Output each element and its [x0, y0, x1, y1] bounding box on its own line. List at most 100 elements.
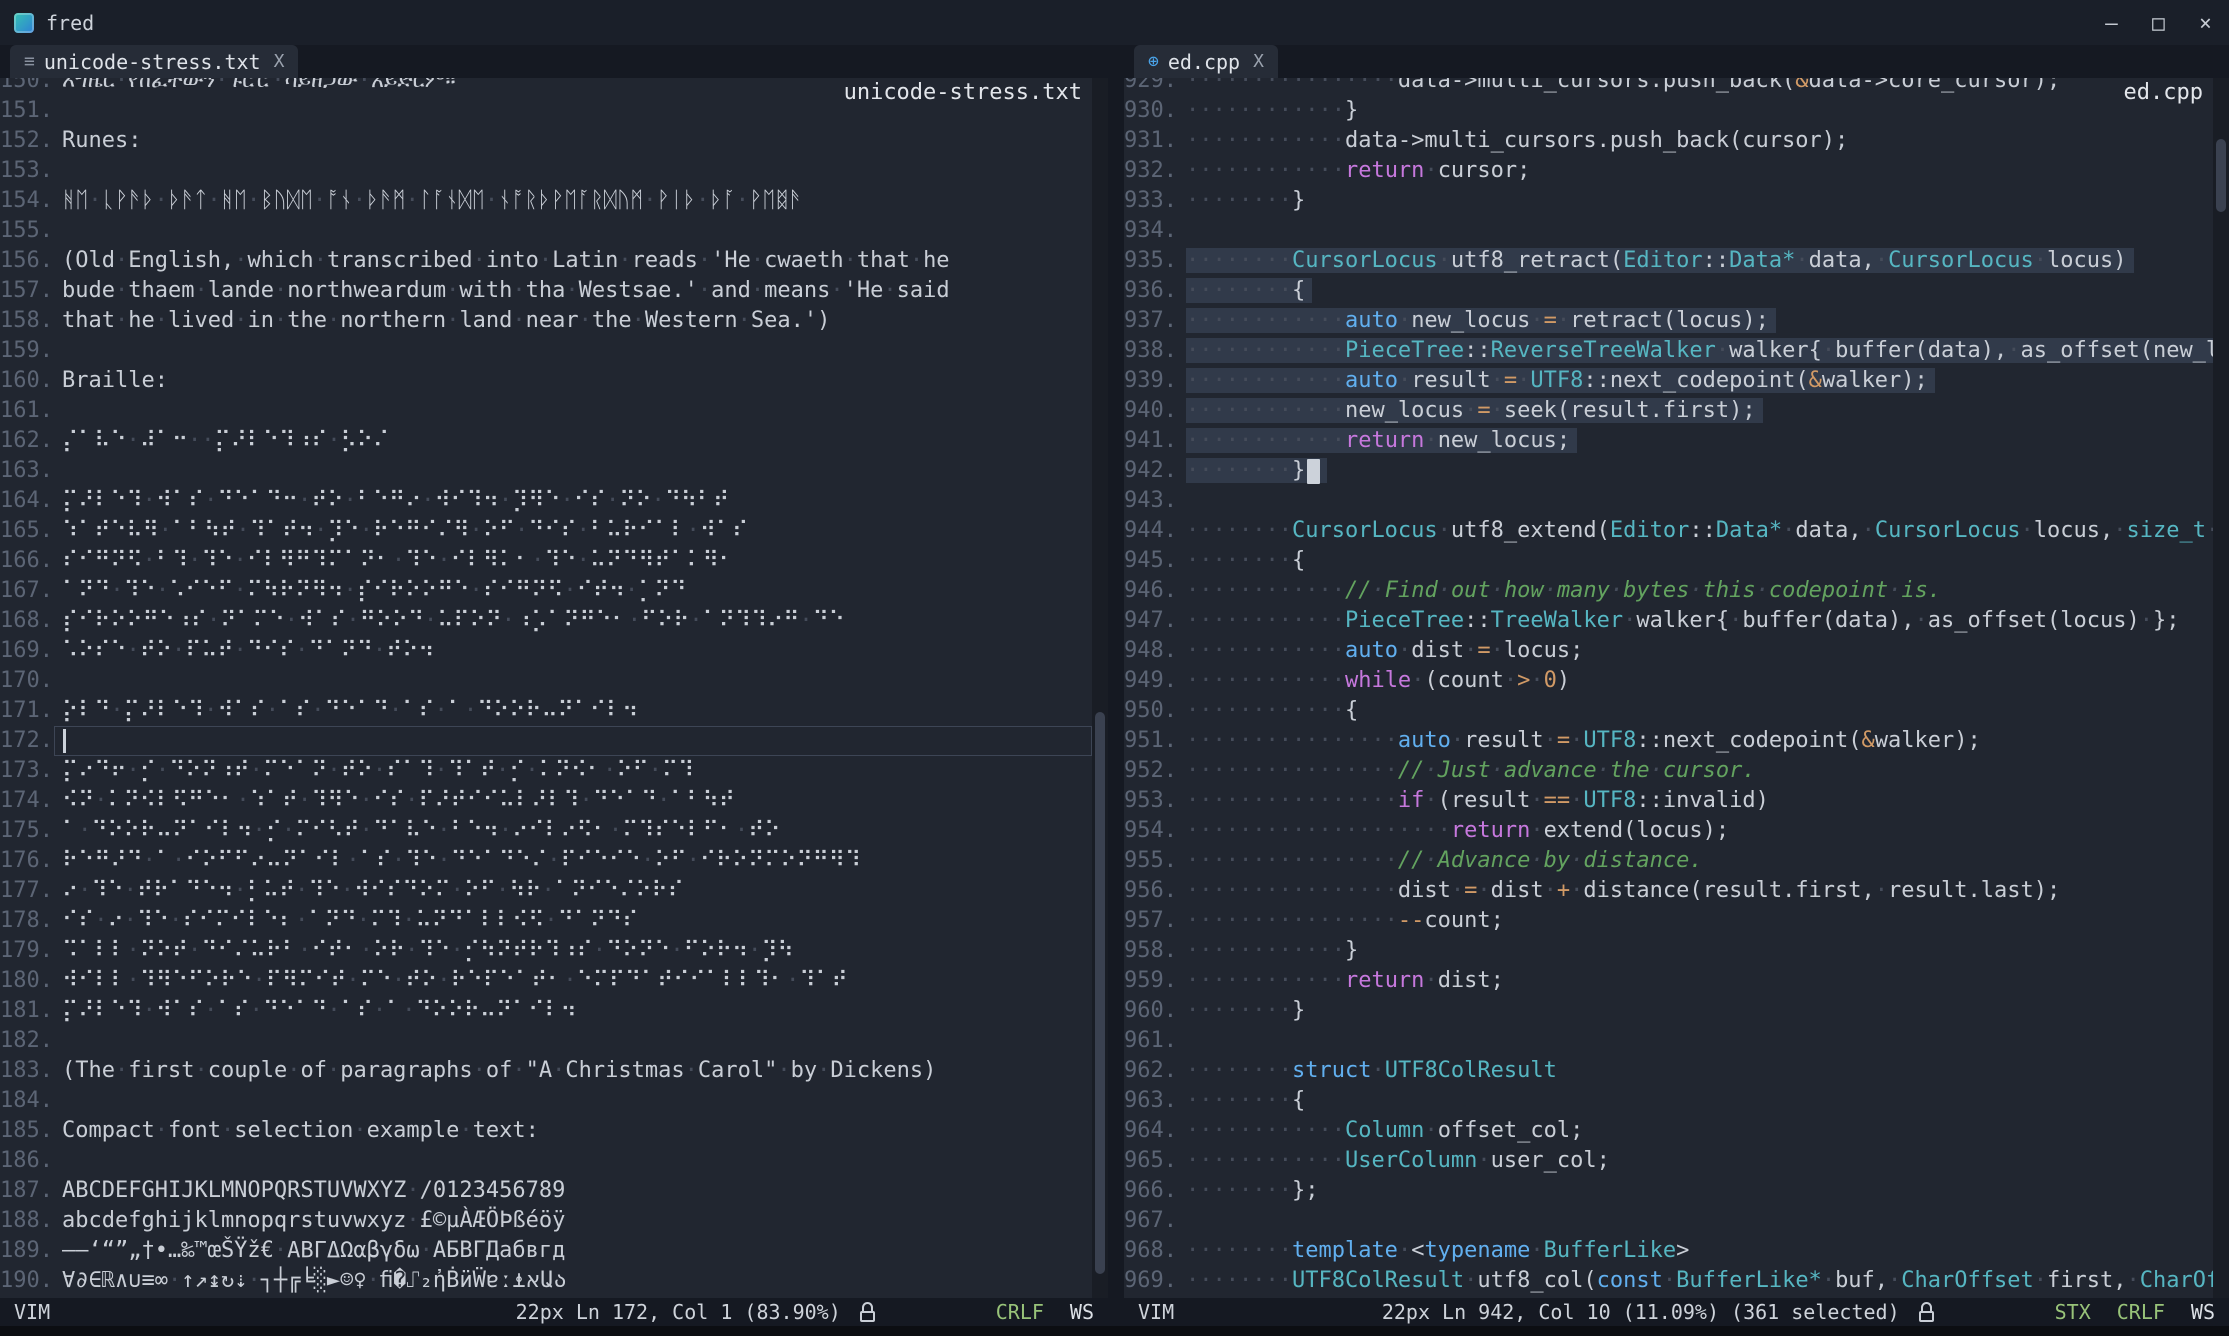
code-line[interactable]: 931.············data->multi_cursors.push… [1124, 126, 2213, 156]
code-area[interactable]: 150.እግዜር·የከፈተውን·ጉሮሮ·ሳይዘጋው·አይድርም።151.152.… [0, 78, 1092, 1298]
code-line[interactable]: 942.········} [1124, 456, 2213, 486]
code-line[interactable]: 177.⠔·⠹⠑·⠞⠗⠁⠙⠑⠲·⡃⠥⠞·⠹⠑·⠺⠊⠎⠙⠕⠍·⠕⠋·⠳⠗·⠁⠝⠊⠑… [0, 876, 1092, 906]
code-line[interactable]: 964.············Column·offset_col; [1124, 1116, 2213, 1146]
close-button[interactable]: × [2182, 0, 2229, 45]
scrollbar[interactable] [1092, 78, 1108, 1298]
code-line[interactable]: 185.Compact·font·selection·example·text: [0, 1116, 1092, 1146]
code-line[interactable]: 165.⠱⠁⠞⠑⠧⠻·⠁⠃⠳⠞·⠹⠁⠞⠲·⡹⠑·⠗⠑⠛⠊⠌⠻·⠕⠋·⠙⠊⠎·⠃⠥… [0, 516, 1092, 546]
code-line[interactable]: 173.⡍⠔⠙⠖·⡊·⠙⠕⠝⠰⠞·⠍⠑⠁⠝·⠞⠕·⠎⠁⠹·⠹⠁⠞·⡊·⠅⠝⠪⠂·… [0, 756, 1092, 786]
code-line[interactable]: 170. [0, 666, 1092, 696]
code-line[interactable]: 190.∀∂∈ℝ∧∪≡∞·↑↗↨↻⇣·┐┼╔╘░►☺♀·ﬁ�⑀₂ἠḂӥẄɐː⍎א… [0, 1266, 1092, 1296]
code-line[interactable]: 947.············PieceTree::TreeWalker·wa… [1124, 606, 2213, 636]
code-line[interactable]: 934. [1124, 216, 2213, 246]
code-line[interactable]: 182. [0, 1026, 1092, 1056]
minimize-button[interactable]: — [2088, 0, 2135, 45]
code-line[interactable]: 167.⠁⠝⠙·⠹⠑·⠡⠊⠑⠋·⠍⠳⠗⠝⠻⠲·⡎⠊⠗⠕⠕⠛⠑·⠎⠊⠛⠝⠫·⠊⠞⠲… [0, 576, 1092, 606]
code-line[interactable]: 943. [1124, 486, 2213, 516]
code-line[interactable]: 163. [0, 456, 1092, 486]
code-line[interactable]: 155. [0, 216, 1092, 246]
code-line[interactable]: 168.⡎⠊⠗⠕⠕⠛⠑⠰⠎·⠝⠁⠍⠑·⠺⠁⠎·⠛⠕⠕⠙·⠥⠏⠕⠝·⠰⡡⠁⠝⠛⠑⠂… [0, 606, 1092, 636]
tab-close-icon[interactable]: X [1253, 51, 1264, 72]
tab-unicode-stress-txt[interactable]: ≡ unicode-stress.txt X [10, 45, 298, 78]
code-line[interactable]: 169.⠡⠕⠎⠑·⠞⠕·⠏⠥⠞·⠙⠊⠎·⠙⠁⠝⠙·⠞⠕⠲ [0, 636, 1092, 666]
lock-icon[interactable] [1918, 1302, 1935, 1322]
code-line[interactable]: 965.············UserColumn·user_col; [1124, 1146, 2213, 1176]
code-line[interactable]: 935.········CursorLocus·utf8_retract(Edi… [1124, 246, 2213, 276]
code-line[interactable]: 179.⠩⠁⠇⠇·⠝⠕⠞·⠙⠊⠌⠥⠗⠃·⠊⠞⠂·⠕⠗·⠹⠑·⡊⠳⠝⠞⠗⠹⠰⠎·⠙… [0, 936, 1092, 966]
code-line[interactable]: 189.–—‘“”„†•…‰™œŠŸž€·ΑΒΓΔΩαβγδω·АБВГДабв… [0, 1236, 1092, 1266]
code-line[interactable]: 954.····················return·extend(lo… [1124, 816, 2213, 846]
code-line[interactable]: 930.············} [1124, 96, 2213, 126]
status-flag-ws[interactable]: WS [2191, 1300, 2215, 1324]
status-flag-crlf[interactable]: CRLF [996, 1300, 1044, 1324]
code-line[interactable]: 957.················--count; [1124, 906, 2213, 936]
tab-ed-cpp[interactable]: ⊕ ed.cpp X [1134, 45, 1278, 78]
code-line[interactable]: 961. [1124, 1026, 2213, 1056]
lock-icon[interactable] [859, 1302, 876, 1322]
status-flag-ws[interactable]: WS [1070, 1300, 1094, 1324]
code-line[interactable]: 959.············return·dist; [1124, 966, 2213, 996]
code-line[interactable]: 949.············while·(count·>·0) [1124, 666, 2213, 696]
code-line[interactable]: 160.Braille: [0, 366, 1092, 396]
code-line[interactable]: 166.⠎⠊⠛⠝⠫·⠃⠹·⠹⠑·⠊⠇⠻⠛⠹⠍⠁⠝⠂·⠹⠑·⠊⠇⠻⠅⠂·⠹⠑·⠥⠝… [0, 546, 1092, 576]
code-line[interactable]: 968.········template·<typename·BufferLik… [1124, 1236, 2213, 1266]
code-line[interactable]: 951.················auto·result·=·UTF8::… [1124, 726, 2213, 756]
code-line[interactable]: 952.················//·Just·advance·the·… [1124, 756, 2213, 786]
code-line[interactable]: 186. [0, 1146, 1092, 1176]
code-line[interactable]: 936.········{ [1124, 276, 2213, 306]
code-area[interactable]: 929.················data->multi_cursors.… [1124, 78, 2213, 1298]
code-line[interactable]: 178.⠊⠎·⠔·⠹⠑·⠎⠊⠍⠊⠇⠑⠆·⠁⠝⠙·⠍⠹·⠥⠝⠙⠁⠇⠇⠪⠫·⠙⠁⠝⠙… [0, 906, 1092, 936]
code-line[interactable]: 932.············return·cursor; [1124, 156, 2213, 186]
code-line[interactable]: 156.(Old·English,·which·transcribed·into… [0, 246, 1092, 276]
code-line[interactable]: 948.············auto·dist·=·locus; [1124, 636, 2213, 666]
code-line[interactable]: 940.············new_locus·=·seek(result.… [1124, 396, 2213, 426]
code-line[interactable]: 933.········} [1124, 186, 2213, 216]
status-flag-stx[interactable]: STX [2055, 1300, 2091, 1324]
code-line[interactable]: 938.············PieceTree::ReverseTreeWa… [1124, 336, 2213, 366]
code-line[interactable]: 966.········}; [1124, 1176, 2213, 1206]
code-line[interactable]: 950.············{ [1124, 696, 2213, 726]
code-line[interactable]: 929.················data->multi_cursors.… [1124, 78, 2213, 96]
code-line[interactable]: 953.················if·(result·==·UTF8::… [1124, 786, 2213, 816]
code-line[interactable]: 161. [0, 396, 1092, 426]
code-line[interactable]: 188.abcdefghijklmnopqrstuvwxyz·£©µÀÆÖÞßé… [0, 1206, 1092, 1236]
scrollbar[interactable] [2213, 78, 2229, 1298]
scrollbar-thumb[interactable] [1095, 712, 1105, 1273]
scrollbar-thumb[interactable] [2216, 139, 2226, 212]
code-line[interactable]: 945.········{ [1124, 546, 2213, 576]
code-line[interactable]: 187.ABCDEFGHIJKLMNOPQRSTUVWXYZ·/01234567… [0, 1176, 1092, 1206]
code-line[interactable]: 963.········{ [1124, 1086, 2213, 1116]
status-flag-crlf[interactable]: CRLF [2117, 1300, 2165, 1324]
code-line[interactable]: 944.········CursorLocus·utf8_extend(Edit… [1124, 516, 2213, 546]
code-line[interactable]: 958.············} [1124, 936, 2213, 966]
code-line[interactable]: 946.············//·Find·out·how·many·byt… [1124, 576, 2213, 606]
code-line[interactable]: 154.ᚻᛖ·ᚳᚹᚫᚦ·ᚦᚫᛏ·ᚻᛖ·ᛒᚢᛞᛖ·ᚩᚾ·ᚦᚫᛗ·ᛚᚪᚾᛞᛖ·ᚾᚩᚱ… [0, 186, 1092, 216]
code-line[interactable]: 171.⡕⠇⠙·⡍⠜⠇⠑⠹·⠺⠁⠎·⠁⠎·⠙⠑⠁⠙·⠁⠎·⠁·⠙⠕⠕⠗⠤⠝⠁⠊⠇… [0, 696, 1092, 726]
tab-close-icon[interactable]: X [274, 51, 285, 72]
code-line[interactable]: 176.⠗⠑⠛⠜⠙·⠁·⠊⠕⠋⠋⠔⠤⠝⠁⠊⠇·⠁⠎·⠹⠑·⠙⠑⠁⠙⠑⠌·⠏⠊⠑⠊… [0, 846, 1092, 876]
code-line[interactable]: 183.(The·first·couple·of·paragraphs·of·"… [0, 1056, 1092, 1086]
code-line[interactable]: 967. [1124, 1206, 2213, 1236]
code-line[interactable]: 180.⠺⠊⠇⠇·⠹⠻⠑⠋⠕⠗⠑·⠏⠻⠍⠊⠞·⠍⠑·⠞⠕·⠗⠑⠏⠑⠁⠞⠂·⠑⠍⠏… [0, 966, 1092, 996]
code-line[interactable]: 164.⡍⠜⠇⠑⠹·⠺⠁⠎·⠙⠑⠁⠙⠒·⠞⠕·⠃⠑⠛⠔·⠺⠊⠹⠲·⡹⠻⠑·⠊⠎·… [0, 486, 1092, 516]
code-line[interactable]: 939.············auto·result·=·UTF8::next… [1124, 366, 2213, 396]
pane-divider[interactable] [1108, 45, 1124, 1326]
code-line[interactable]: 157.bude·thaem·lande·northweardum·with·t… [0, 276, 1092, 306]
code-line[interactable]: 960.········} [1124, 996, 2213, 1026]
code-line[interactable]: 941.············return·new_locus; [1124, 426, 2213, 456]
code-line[interactable]: 969.········UTF8ColResult·utf8_col(const… [1124, 1266, 2213, 1296]
code-line[interactable]: 152.Runes: [0, 126, 1092, 156]
code-line[interactable]: 184. [0, 1086, 1092, 1116]
code-line[interactable]: 174.⠪⠝·⠅⠝⠪⠇⠫⠛⠑⠂·⠱⠁⠞·⠹⠻⠑·⠊⠎·⠏⠜⠞⠊⠊⠥⠇⠜⠇⠹·⠙⠑… [0, 786, 1092, 816]
code-line[interactable]: 181.⡍⠜⠇⠑⠹·⠺⠁⠎·⠁⠎·⠙⠑⠁⠙·⠁⠎·⠁·⠙⠕⠕⠗⠤⠝⠁⠊⠇⠲ [0, 996, 1092, 1026]
maximize-button[interactable]: □ [2135, 0, 2182, 45]
code-line[interactable]: 153. [0, 156, 1092, 186]
code-line[interactable]: 955.················//·Advance·by·distan… [1124, 846, 2213, 876]
code-line[interactable]: 175.⠁·⠙⠕⠕⠗⠤⠝⠁⠊⠇⠲·⡊·⠍⠊⠣⠞·⠙⠁⠧⠑·⠃⠑⠲·⠔⠊⠇⠔⠫⠂·… [0, 816, 1092, 846]
code-line[interactable]: 158.that·he·lived·in·the·northern·land·n… [0, 306, 1092, 336]
code-line[interactable]: 962.········struct·UTF8ColResult [1124, 1056, 2213, 1086]
code-line[interactable]: 159. [0, 336, 1092, 366]
code-line[interactable]: 162.⡌⠁⠧⠑·⠼⠁⠒··⡍⠜⠇⠑⠹⠰⠎·⡣⠕⠌ [0, 426, 1092, 456]
code-line[interactable]: 937.············auto·new_locus·=·retract… [1124, 306, 2213, 336]
code-line[interactable]: 956.················dist·=·dist·+·distan… [1124, 876, 2213, 906]
